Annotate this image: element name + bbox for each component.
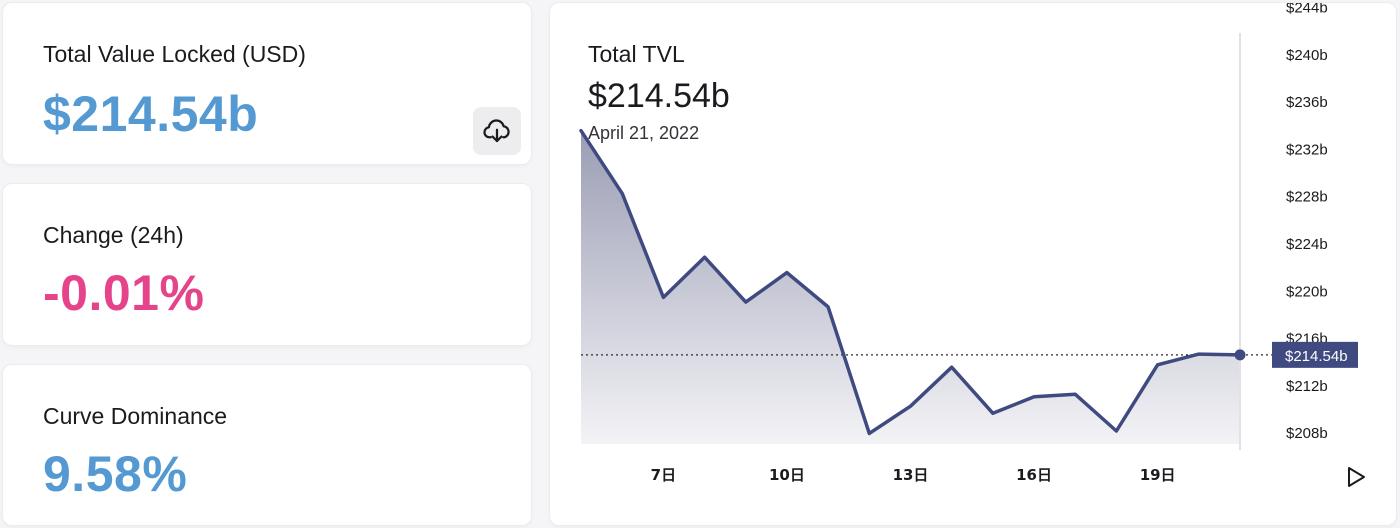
current-value-badge-label: $214.54b: [1285, 348, 1348, 365]
y-tick-label: $208b: [1286, 425, 1328, 442]
current-point-marker: [1234, 349, 1246, 361]
play-icon: [1348, 467, 1365, 487]
y-tick-label: $236b: [1286, 94, 1328, 111]
cloud-download-icon: [483, 119, 510, 143]
download-button[interactable]: [473, 107, 521, 155]
tvl-label: Total Value Locked (USD): [43, 41, 306, 67]
change-label: Change (24h): [43, 222, 184, 248]
x-tick-label: 10日: [769, 466, 805, 484]
y-tick-label: $224b: [1286, 236, 1328, 253]
play-button[interactable]: [1345, 465, 1367, 489]
y-tick-label: $240b: [1286, 47, 1328, 64]
x-tick-label: 19日: [1140, 466, 1176, 484]
chart-date: April 21, 2022: [588, 123, 700, 143]
dominance-label: Curve Dominance: [43, 403, 228, 429]
chart-title: Total TVL: [588, 41, 685, 67]
chart-value: $214.54b: [588, 77, 730, 115]
x-tick-label: 13日: [893, 466, 929, 484]
dominance-card: Curve Dominance 9.58%: [2, 364, 532, 526]
change-value: -0.01%: [43, 265, 205, 321]
y-tick-label: $244b: [1286, 3, 1328, 17]
series-area: [581, 130, 1240, 444]
x-tick-label: 7日: [651, 466, 676, 484]
tvl-card: Total Value Locked (USD) $214.54b: [2, 2, 532, 165]
y-tick-label: $232b: [1286, 141, 1328, 158]
dominance-value: 9.58%: [43, 446, 188, 502]
y-tick-label: $220b: [1286, 283, 1328, 300]
tvl-chart-card: $208b $212b $216b $220b $224b $228b $232b $236b…: [549, 2, 1397, 526]
tvl-value: $214.54b: [43, 86, 259, 142]
y-tick-label: $212b: [1286, 378, 1328, 395]
x-tick-label: 16日: [1016, 466, 1052, 484]
change-card: Change (24h) -0.01%: [2, 183, 532, 346]
y-tick-label: $228b: [1286, 189, 1328, 206]
